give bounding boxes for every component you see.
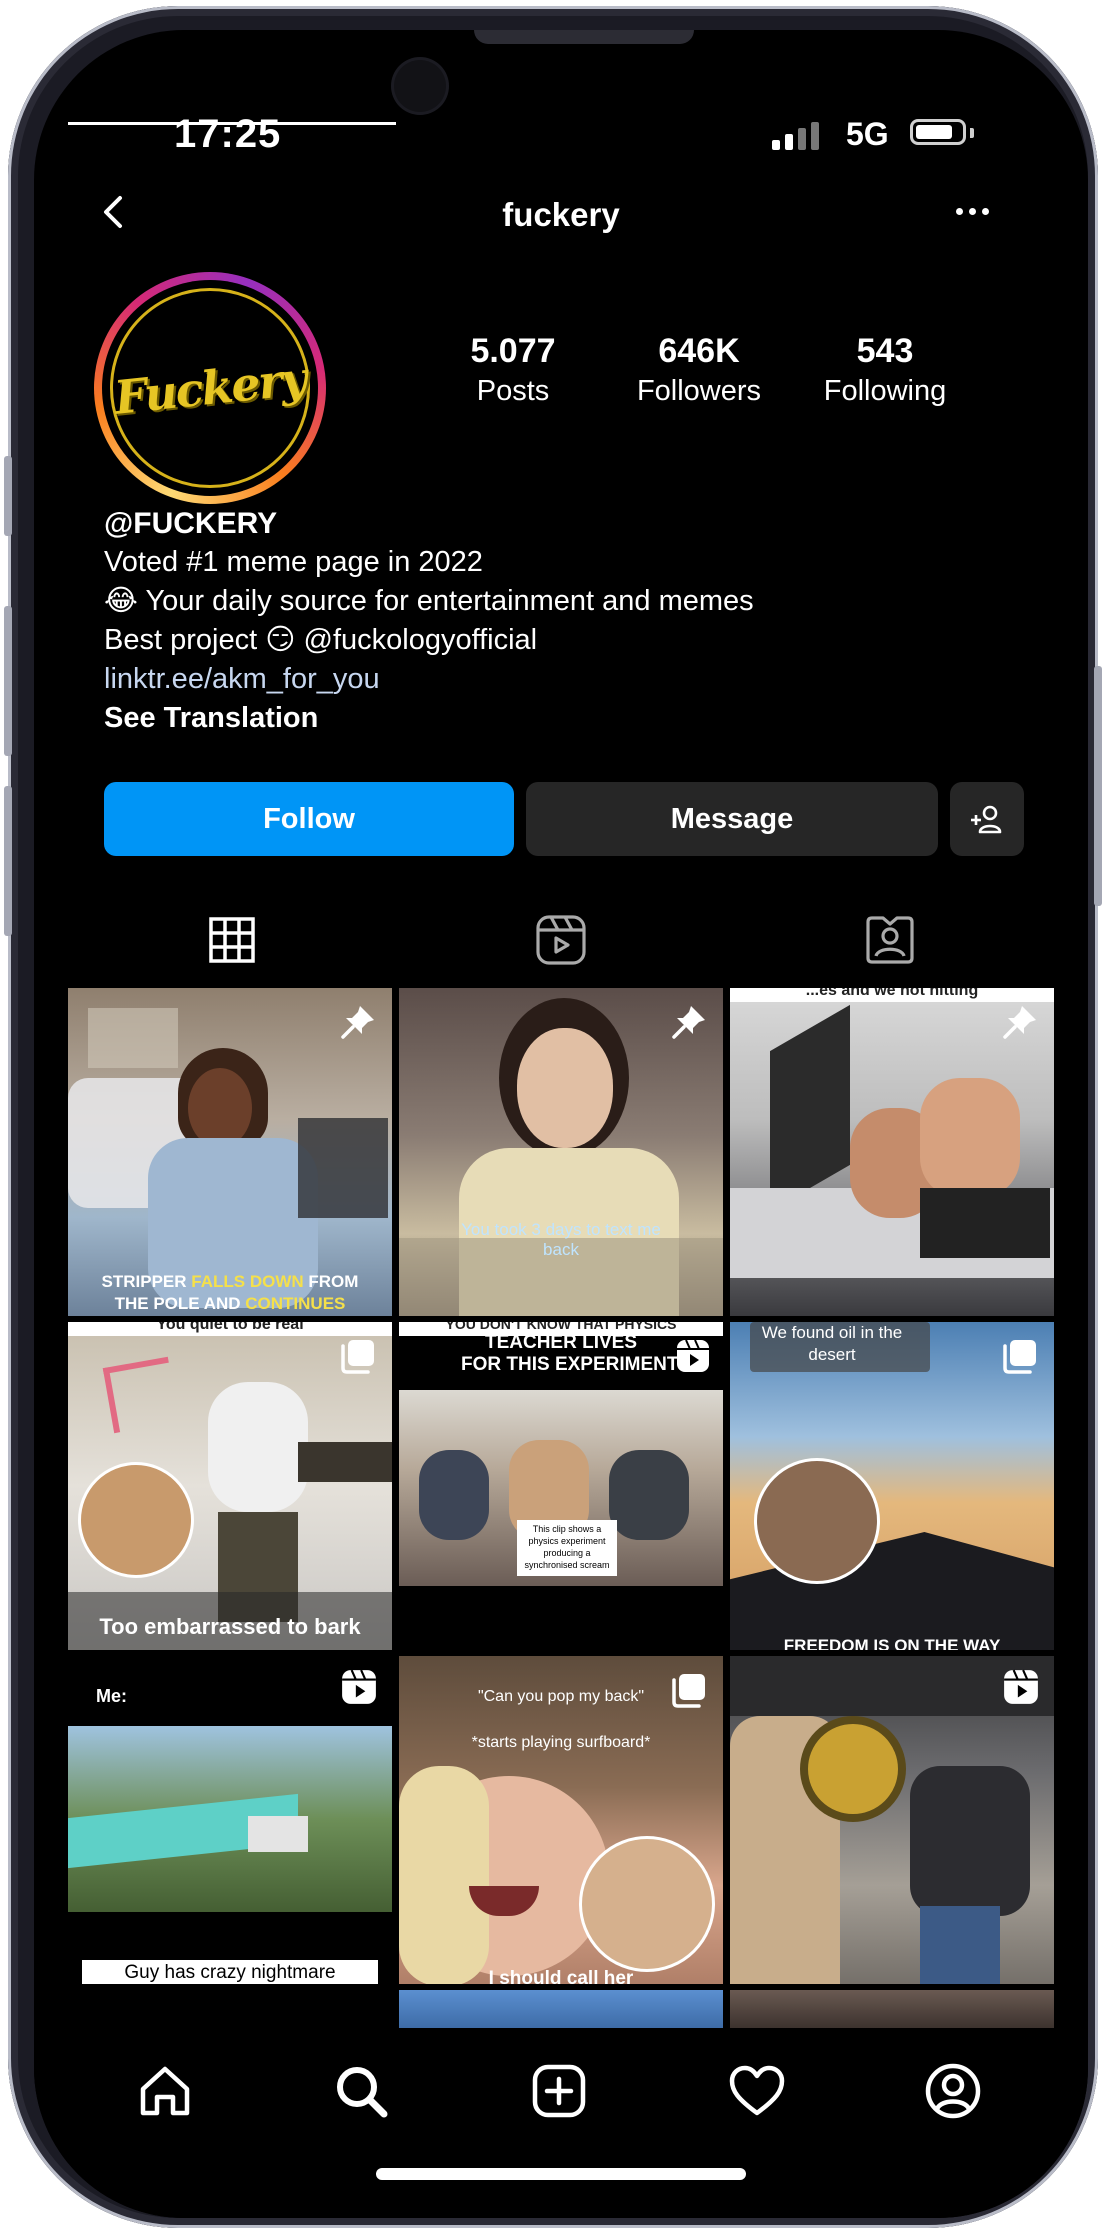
avatar[interactable]: Fuckery	[110, 288, 310, 488]
pin-icon	[672, 1006, 705, 1039]
bio-line-3-text: Best project	[104, 624, 258, 656]
status-time: 17:25	[174, 112, 282, 156]
stat-following-value: 543	[856, 332, 914, 370]
suggested-users-button[interactable]	[950, 782, 1024, 856]
post-tile[interactable]	[399, 1990, 723, 2028]
profile-bio: @FUCKERY Voted #1 meme page in 2022 😂 Yo…	[104, 504, 1024, 738]
post-tile[interactable]: Me: Guy has crazy nightmare	[68, 1656, 392, 1984]
post-caption-line2: *starts playing surfboard*	[471, 1734, 651, 1751]
carousel-icon	[341, 1340, 374, 1374]
phone-mute-switch	[4, 456, 12, 536]
post-tile[interactable]: You quiet to be real Too embarrassed to …	[68, 1322, 392, 1650]
bottom-tab-bar	[34, 2030, 1088, 2218]
nav-search[interactable]	[326, 2056, 396, 2126]
stat-posts-value: 5.077	[470, 332, 556, 370]
reel-icon	[677, 1339, 709, 1372]
post-tile[interactable]: STRIPPER FALLS DOWN FROM THE POLE AND CO…	[68, 988, 392, 1316]
tab-posts-grid[interactable]	[68, 892, 396, 988]
reels-icon	[536, 915, 586, 965]
active-tab-indicator	[68, 122, 396, 125]
nav-activity[interactable]	[722, 2056, 792, 2126]
grid-icon	[209, 917, 255, 963]
tab-reels[interactable]	[397, 892, 725, 988]
message-button[interactable]: Message	[526, 782, 938, 856]
reel-icon	[342, 1669, 376, 1704]
post-tile[interactable]	[730, 1990, 1054, 2028]
profile-header: fuckery	[34, 182, 1088, 242]
add-person-icon	[971, 805, 1002, 834]
bio-mention-link[interactable]: @fuckologyofficial	[304, 624, 538, 656]
status-bar: 17:25 5G	[34, 90, 1088, 156]
post-caption-bottom: Guy has crazy nightmare	[124, 1962, 336, 1983]
bio-line-1: Voted #1 meme page in 2022	[104, 546, 483, 578]
battery-cap	[970, 128, 974, 138]
tagged-person-icon	[866, 916, 914, 964]
post-caption-top: ...es and we not hitting	[805, 988, 979, 999]
video-subtitle: This clip shows a physics experiment pro…	[517, 1520, 617, 1576]
post-caption-top: You quiet to be real	[156, 1322, 304, 1333]
post-caption-bottom: I should call her	[488, 1968, 634, 1984]
follow-button[interactable]: Follow	[104, 782, 514, 856]
header-username: fuckery	[502, 196, 620, 233]
reel-icon	[1004, 1669, 1038, 1704]
bio-website-link[interactable]: linktr.ee/akm_for_you	[104, 660, 1024, 699]
post-tile[interactable]	[730, 1656, 1054, 1984]
speaker-notch	[474, 30, 694, 44]
heart-icon	[729, 2065, 785, 2116]
stat-following-label: Following	[823, 375, 947, 407]
see-translation-link[interactable]: See Translation	[104, 699, 1024, 738]
posts-grid: STRIPPER FALLS DOWN FROM THE POLE AND CO…	[68, 988, 1054, 2028]
tab-tagged[interactable]	[726, 892, 1054, 988]
stat-followers-value: 646K	[658, 332, 740, 370]
battery-icon	[910, 119, 966, 145]
phone-volume-up	[4, 606, 12, 756]
home-indicator[interactable]	[376, 2168, 746, 2180]
profile-tabs	[34, 892, 1088, 988]
carousel-icon	[1003, 1340, 1036, 1374]
stat-followers[interactable]: 646K Followers	[614, 332, 784, 408]
search-icon	[337, 2067, 388, 2118]
post-tile[interactable]: We found oil in the desert FREEDOM IS ON…	[730, 1322, 1054, 1650]
post-tile[interactable]: "Can you pop my back" *starts playing su…	[399, 1656, 723, 1984]
post-caption: Too embarrassed to bark	[99, 1614, 361, 1639]
network-type: 5G	[846, 116, 889, 152]
smirk-emoji-icon: 😏	[265, 624, 296, 656]
add-post-icon	[532, 2064, 586, 2118]
post-tile[interactable]: ...es and we not hitting	[730, 988, 1054, 1316]
stat-posts[interactable]: 5.077 Posts	[428, 332, 598, 408]
more-options-icon[interactable]	[956, 208, 989, 215]
story-ring[interactable]: Fuckery	[94, 272, 326, 504]
home-icon	[140, 2066, 190, 2116]
post-caption-line2: THE POLE AND CONTINUES	[114, 1294, 346, 1313]
post-caption: STRIPPER FALLS DOWN FROM	[101, 1272, 359, 1291]
post-tile[interactable]: YOU DON'T KNOW THAT PHYSICS TEACHER LIVE…	[399, 1322, 723, 1650]
phone-volume-down	[4, 786, 12, 936]
pin-icon	[1003, 1006, 1036, 1039]
post-caption-top: YOU DON'T KNOW THAT PHYSICS	[445, 1322, 677, 1332]
post-caption: Me:	[96, 1686, 127, 1706]
pin-icon	[341, 1006, 374, 1039]
phone-frame: 17:25 5G fuckery Fuckery 5.077 Posts 646…	[4, 6, 1102, 2228]
phone-power-button	[1094, 666, 1102, 906]
display-name: @FUCKERY	[104, 507, 278, 540]
bio-line-2-text: Your daily source for entertainment and …	[145, 585, 754, 617]
laughing-emoji-icon: 😂	[104, 585, 138, 617]
carousel-icon	[672, 1674, 705, 1708]
signal-icon	[772, 120, 819, 150]
post-caption: You took 3 days to text me back	[461, 1220, 661, 1259]
post-tile[interactable]: You took 3 days to text me back	[399, 988, 723, 1316]
screen: 17:25 5G fuckery Fuckery 5.077 Posts 646…	[34, 30, 1088, 2218]
nav-profile[interactable]	[918, 2056, 988, 2126]
avatar-logo-text: Fuckery	[111, 351, 309, 425]
stat-followers-label: Followers	[636, 375, 762, 407]
stat-following[interactable]: 543 Following	[800, 332, 970, 408]
stat-posts-label: Posts	[476, 375, 550, 407]
profile-icon	[925, 2063, 981, 2119]
nav-create[interactable]	[524, 2056, 594, 2126]
nav-home[interactable]	[130, 2056, 200, 2126]
post-caption: FREEDOM IS ON THE WAY	[783, 1636, 1001, 1650]
post-caption-top: We found oil in the desert	[761, 1323, 903, 1364]
bio-line-2: 😂 Your daily source for entertainment an…	[104, 582, 1024, 621]
bio-line-3: Best project 😏 @fuckologyofficial	[104, 621, 1024, 660]
